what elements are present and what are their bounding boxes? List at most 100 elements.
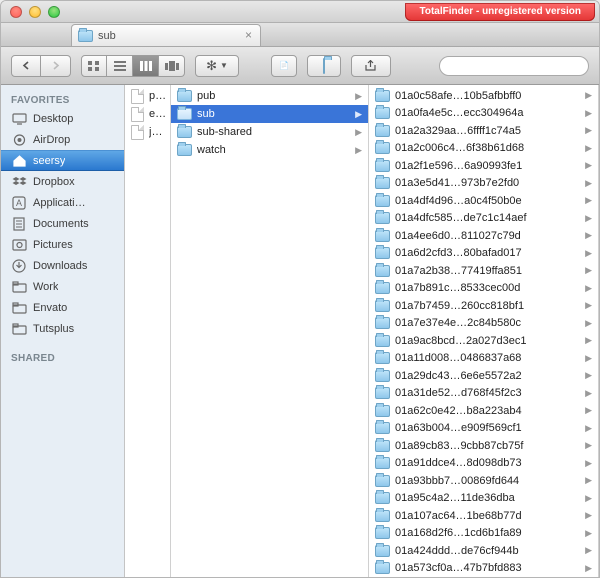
- list-item[interactable]: watch▶: [171, 141, 368, 159]
- chevron-right-icon: ▶: [585, 510, 594, 521]
- folder-name: 01a7e37e4e…2c84b580c: [395, 317, 580, 329]
- list-item[interactable]: 01a3e5d41…973b7e2fd0▶: [369, 174, 598, 192]
- list-item[interactable]: 01a63b004…e909f569cf1▶: [369, 419, 598, 437]
- column-view-button[interactable]: [133, 55, 159, 77]
- list-item[interactable]: 01a31de52…d768f45f2c3▶: [369, 384, 598, 402]
- chevron-right-icon: ▶: [585, 388, 594, 399]
- pdf-button[interactable]: 📄: [271, 55, 297, 77]
- content-area: FAVORITES DesktopAirDropseersyDropboxAAp…: [1, 85, 599, 577]
- chevron-right-icon: ▶: [585, 178, 594, 189]
- list-item[interactable]: journal: [125, 123, 170, 141]
- sidebar-item-airdrop[interactable]: AirDrop: [1, 129, 124, 150]
- list-item[interactable]: 01a0fa4e5c…ecc304964a▶: [369, 104, 598, 122]
- coverflow-view-button[interactable]: [159, 55, 185, 77]
- close-icon[interactable]: ×: [243, 30, 254, 41]
- folder-icon: [375, 125, 390, 137]
- action-menu-button[interactable]: ✻ ▼: [195, 55, 239, 77]
- list-item[interactable]: 01a7b891c…8533cec00d▶: [369, 279, 598, 297]
- sidebar-item-applicati[interactable]: AApplicati…: [1, 192, 124, 213]
- list-item[interactable]: 01a0c58afe…10b5afbbff0▶: [369, 87, 598, 105]
- list-item[interactable]: 01a7b7459…260cc818bf1▶: [369, 297, 598, 315]
- list-item[interactable]: 01a2c006c4…6f38b61d68▶: [369, 139, 598, 157]
- folder-icon: [375, 282, 390, 294]
- folder-icon: [375, 160, 390, 172]
- apps-icon: A: [11, 196, 27, 210]
- folder-icon: [375, 370, 390, 382]
- sidebar-item-downloads[interactable]: Downloads: [1, 255, 124, 276]
- list-item[interactable]: 01a9ac8bcd…2a027d3ec1▶: [369, 332, 598, 350]
- folder-icon: [177, 90, 192, 102]
- list-item[interactable]: 01a573cf0a…47b7bfd883▶: [369, 559, 598, 577]
- list-item[interactable]: ent.db: [125, 105, 170, 123]
- folder-name: 01a7b7459…260cc818bf1: [395, 300, 580, 312]
- chevron-right-icon: ▶: [585, 318, 594, 329]
- list-item[interactable]: 01a2f1e596…6a90993fe1▶: [369, 157, 598, 175]
- chevron-right-icon: ▶: [355, 145, 364, 156]
- list-item[interactable]: 01a4df4d96…a0c4f50b0e▶: [369, 192, 598, 210]
- list-view-button[interactable]: [107, 55, 133, 77]
- chevron-right-icon: ▶: [585, 353, 594, 364]
- list-item[interactable]: 01a6d2cfd3…80bafad017▶: [369, 244, 598, 262]
- sidebar-item-tutsplus[interactable]: Tutsplus: [1, 318, 124, 339]
- forward-button[interactable]: [41, 55, 71, 77]
- list-item[interactable]: 01a7e37e4e…2c84b580c ▶: [369, 314, 598, 332]
- chevron-right-icon: ▶: [585, 545, 594, 556]
- list-item[interactable]: 01a2a329aa…6ffff1c74a5▶: [369, 122, 598, 140]
- close-window-button[interactable]: [10, 6, 22, 18]
- back-button[interactable]: [11, 55, 41, 77]
- column-0[interactable]: plistent.db journal: [125, 85, 171, 577]
- minimize-window-button[interactable]: [29, 6, 41, 18]
- list-item[interactable]: pub▶: [171, 87, 368, 105]
- sidebar-item-pictures[interactable]: Pictures: [1, 234, 124, 255]
- sidebar-item-documents[interactable]: Documents: [1, 213, 124, 234]
- column-2[interactable]: 01a0c58afe…10b5afbbff0▶01a0fa4e5c…ecc304…: [369, 85, 599, 577]
- sidebar-item-desktop[interactable]: Desktop: [1, 108, 124, 129]
- list-item[interactable]: 01a89cb83…9cbb87cb75f▶: [369, 437, 598, 455]
- list-item[interactable]: 01a11d008…0486837a68▶: [369, 349, 598, 367]
- folder-name: pub: [197, 90, 350, 102]
- favorites-header: FAVORITES: [1, 91, 124, 108]
- totalfinder-banner: TotalFinder - unregistered version: [405, 3, 595, 21]
- column-1[interactable]: pub▶sub▶sub-shared▶watch▶: [171, 85, 369, 577]
- list-item[interactable]: plist: [125, 87, 170, 105]
- sidebar-item-work[interactable]: Work: [1, 276, 124, 297]
- sidebar-item-envato[interactable]: Envato: [1, 297, 124, 318]
- list-item[interactable]: 01a4dfc585…de7c1c14aef▶: [369, 209, 598, 227]
- list-item[interactable]: 01a29dc43…6e6e5572a2▶: [369, 367, 598, 385]
- list-item[interactable]: 01a168d2f6…1cd6b1fa89▶: [369, 524, 598, 542]
- list-item[interactable]: 01a424ddd…de76cf944b▶: [369, 542, 598, 560]
- sidebar-item-label: Downloads: [33, 260, 87, 272]
- list-item[interactable]: 01a7a2b38…77419ffa851▶: [369, 262, 598, 280]
- list-item[interactable]: 01a62c0e42…b8a223ab4▶: [369, 402, 598, 420]
- list-item[interactable]: sub▶: [171, 105, 368, 123]
- search-input[interactable]: [450, 60, 592, 72]
- zoom-window-button[interactable]: [48, 6, 60, 18]
- folder-name: 01a4dfc585…de7c1c14aef: [395, 212, 580, 224]
- list-item[interactable]: 01a95c4a2…11de36dba▶: [369, 489, 598, 507]
- folder-name: 01a107ac64…1be68b77d: [395, 510, 580, 522]
- share-button[interactable]: [351, 55, 391, 77]
- sidebar-item-label: Tutsplus: [33, 323, 74, 335]
- downloads-icon: [11, 259, 27, 273]
- share-icon: [365, 60, 378, 71]
- folder-icon: [177, 126, 192, 138]
- list-item[interactable]: 01a4ee6d0…811027c79d▶: [369, 227, 598, 245]
- list-item[interactable]: 01a107ac64…1be68b77d ▶: [369, 507, 598, 525]
- file-name: journal: [149, 126, 166, 138]
- chevron-right-icon: ▶: [585, 405, 594, 416]
- tab-sub[interactable]: sub ×: [71, 24, 261, 46]
- list-item[interactable]: sub-shared▶: [171, 123, 368, 141]
- sidebar-item-dropbox[interactable]: Dropbox: [1, 171, 124, 192]
- chevron-right-icon: ▶: [585, 440, 594, 451]
- folder-name: 01a168d2f6…1cd6b1fa89: [395, 527, 580, 539]
- folder-icon: [375, 230, 390, 242]
- list-item[interactable]: 01a93bbb7…00869fd644▶: [369, 472, 598, 490]
- icon-view-button[interactable]: [81, 55, 107, 77]
- list-item[interactable]: 01a91ddce4…8d098db73▶: [369, 454, 598, 472]
- new-folder-button[interactable]: [307, 55, 341, 77]
- folder-icon: [375, 352, 390, 364]
- folder-icon: [11, 280, 27, 294]
- folder-name: 01a2f1e596…6a90993fe1: [395, 160, 580, 172]
- sidebar-item-seersy[interactable]: seersy: [1, 150, 124, 171]
- search-field[interactable]: [439, 56, 589, 76]
